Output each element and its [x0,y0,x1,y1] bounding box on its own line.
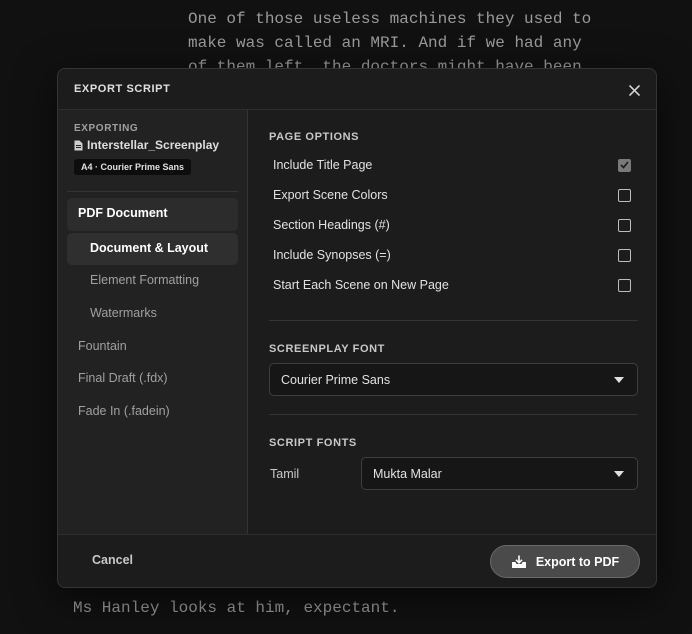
export-format-nav: PDF Document Document & Layout Element F… [58,192,247,429]
script-line: One of those useless machines they used … [188,10,592,28]
option-label: Export Scene Colors [273,188,388,202]
caret-down-icon [614,376,624,383]
screenplay-font-select[interactable]: Courier Prime Sans [269,363,638,396]
section-headings-checkbox[interactable] [618,218,631,232]
export-script-dialog: EXPORT SCRIPT EXPORTING Interstellar_Scr… [57,68,657,588]
option-row[interactable]: Section Headings (#) [269,210,638,240]
page-options-title: PAGE OPTIONS [269,131,360,143]
nav-fountain[interactable]: Fountain [67,331,238,364]
start-scene-new-page-checkbox[interactable] [618,278,631,292]
script-fonts-title: SCRIPT FONTS [269,437,357,449]
close-icon [628,84,640,96]
caret-down-icon [614,470,624,477]
page-options-list: Include Title Page Export Scene Colors S… [269,150,638,300]
script-font-row: Tamil Mukta Malar [269,457,638,490]
dialog-header: EXPORT SCRIPT [58,69,656,110]
dialog-footer: Cancel Export to PDF [58,534,656,587]
check-icon [620,161,629,169]
export-options-panel: PAGE OPTIONS Include Title Page Export S… [249,110,656,534]
cancel-button[interactable]: Cancel [92,553,133,567]
script-fonts-section: SCRIPT FONTS Tamil Mukta Malar [269,415,638,490]
include-title-page-checkbox[interactable] [618,158,631,172]
export-button-label: Export to PDF [535,554,620,569]
nav-document-layout[interactable]: Document & Layout [67,232,238,266]
script-line: make was called an MRI. And if we had an… [188,34,582,52]
include-synopses-checkbox[interactable] [618,248,631,262]
exporting-label: EXPORTING [74,123,139,134]
option-row[interactable]: Start Each Scene on New Page [269,270,638,300]
dialog-title: EXPORT SCRIPT [74,83,171,95]
option-label: Section Headings (#) [273,218,390,232]
download-tray-icon [511,555,527,569]
nav-pdf-document[interactable]: PDF Document [67,198,238,231]
script-action-line: Ms Hanley looks at him, expectant. [73,599,400,617]
option-row[interactable]: Export Scene Colors [269,180,638,210]
nav-fade-in[interactable]: Fade In (.fadein) [67,396,238,429]
export-sidebar: EXPORTING Interstellar_Screenplay A4 · C… [58,110,248,534]
export-to-pdf-button[interactable]: Export to PDF [490,545,640,578]
export-scene-colors-checkbox[interactable] [618,188,631,202]
script-font-value: Mukta Malar [373,466,442,481]
screenplay-font-title: SCREENPLAY FONT [269,343,385,355]
screenplay-font-value: Courier Prime Sans [281,372,391,387]
option-row[interactable]: Include Synopses (=) [269,240,638,270]
close-button[interactable] [624,80,644,100]
option-label: Start Each Scene on New Page [273,278,449,292]
option-label: Include Title Page [273,158,373,172]
nav-final-draft[interactable]: Final Draft (.fdx) [67,363,238,396]
script-font-language: Tamil [270,466,300,481]
script-font-select[interactable]: Mukta Malar [361,457,638,490]
nav-element-formatting[interactable]: Element Formatting [67,265,238,298]
format-badge: A4 · Courier Prime Sans [74,159,192,175]
file-row: Interstellar_Screenplay [74,138,238,152]
nav-watermarks[interactable]: Watermarks [67,298,238,331]
page-options-section: PAGE OPTIONS Include Title Page Export S… [269,110,638,300]
option-label: Include Synopses (=) [273,248,391,262]
option-row[interactable]: Include Title Page [269,150,638,180]
export-file-info: EXPORTING Interstellar_Screenplay A4 · C… [67,110,238,192]
file-name: Interstellar_Screenplay [87,138,220,152]
screenplay-font-section: SCREENPLAY FONT Courier Prime Sans [269,321,638,396]
document-icon [74,140,83,150]
